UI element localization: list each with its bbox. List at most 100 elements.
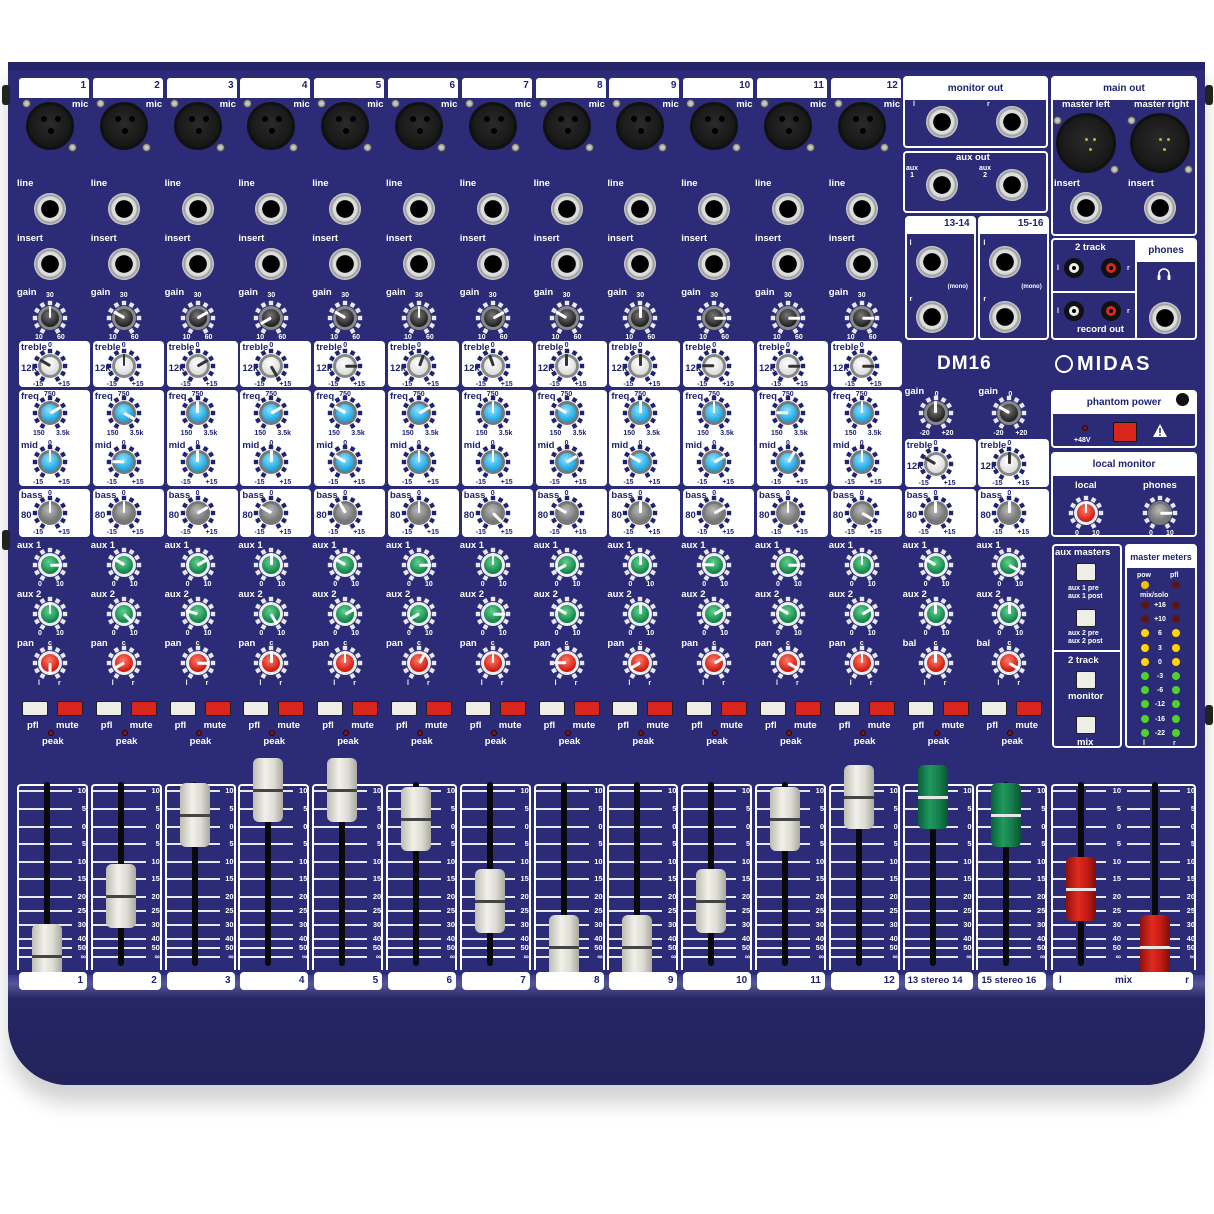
gain-knob-cap[interactable]	[407, 306, 431, 330]
monitor-out-l-jack[interactable]	[926, 106, 958, 138]
aux1-knob[interactable]	[32, 547, 68, 583]
aux2-knob[interactable]	[401, 596, 437, 632]
aux2-knob-cap[interactable]	[554, 602, 579, 626]
local-level-knob-cap[interactable]	[1074, 501, 1098, 525]
bass-knob[interactable]	[253, 495, 289, 531]
bass-knob-cap[interactable]	[111, 501, 136, 525]
mute-button[interactable]	[204, 701, 231, 716]
insert-jack[interactable]	[476, 248, 509, 280]
mid-freq-knob-cap[interactable]	[554, 401, 579, 425]
bass-knob[interactable]	[401, 495, 437, 531]
treble-knob[interactable]	[696, 348, 732, 384]
mid-gain-knob-cap[interactable]	[554, 450, 579, 474]
channel-fader[interactable]	[179, 783, 210, 847]
bass-knob[interactable]	[180, 495, 216, 531]
pan-knob-cap[interactable]	[702, 651, 727, 675]
mic-input-xlr[interactable]	[764, 102, 812, 150]
mid-freq-knob-cap[interactable]	[185, 401, 210, 425]
mute-button[interactable]	[573, 701, 600, 716]
aux1-knob[interactable]	[991, 547, 1027, 583]
gain-knob[interactable]	[549, 300, 585, 336]
gain-knob-cap[interactable]	[185, 306, 210, 330]
stereo-channel-fader[interactable]	[991, 783, 1022, 847]
mid-gain-knob[interactable]	[327, 444, 363, 480]
pan-knob-cap[interactable]	[38, 651, 62, 675]
treble-knob[interactable]	[32, 348, 68, 384]
channel-fader[interactable]	[843, 765, 874, 829]
two-track-in-r-rca[interactable]	[1101, 258, 1121, 278]
mix-fader-left[interactable]	[1066, 857, 1096, 921]
aux1-knob-cap[interactable]	[111, 553, 136, 577]
mid-gain-knob[interactable]	[844, 444, 880, 480]
treble-knob-cap[interactable]	[849, 354, 874, 378]
bass-knob[interactable]	[991, 495, 1027, 531]
aux2-knob-cap[interactable]	[923, 602, 948, 626]
mid-freq-knob[interactable]	[32, 395, 68, 431]
mid-gain-knob-cap[interactable]	[38, 450, 62, 474]
mute-button[interactable]	[795, 701, 821, 716]
aux2-knob[interactable]	[991, 596, 1027, 632]
main-insert-r-jack[interactable]	[1144, 192, 1176, 224]
aux2-knob-cap[interactable]	[849, 602, 874, 626]
mid-freq-knob[interactable]	[253, 395, 289, 431]
mid-freq-knob[interactable]	[106, 395, 142, 431]
bass-knob[interactable]	[32, 495, 68, 531]
gain-knob[interactable]	[327, 300, 363, 336]
mid-gain-knob[interactable]	[180, 444, 216, 480]
mid-gain-knob-cap[interactable]	[702, 450, 727, 474]
gain-knob[interactable]	[32, 300, 68, 336]
aux2-knob[interactable]	[549, 596, 585, 632]
bass-knob-cap[interactable]	[776, 501, 800, 525]
treble-knob-cap[interactable]	[38, 354, 62, 378]
aux2-knob[interactable]	[327, 596, 363, 632]
channel-fader[interactable]	[622, 915, 653, 979]
aux2-knob[interactable]	[253, 596, 289, 632]
pfl-button[interactable]	[169, 701, 196, 716]
pfl-button[interactable]	[833, 701, 860, 716]
treble-knob[interactable]	[549, 348, 585, 384]
mid-freq-knob[interactable]	[844, 395, 880, 431]
channel-fader[interactable]	[696, 869, 727, 933]
stereo-gain-knob-cap[interactable]	[923, 401, 948, 425]
mid-gain-knob[interactable]	[106, 444, 142, 480]
pfl-button[interactable]	[686, 701, 713, 716]
mix-fader-right[interactable]	[1140, 915, 1170, 979]
pan-knob-cap[interactable]	[480, 651, 505, 675]
record-out-l-rca[interactable]	[1064, 301, 1084, 321]
pan-knob-cap[interactable]	[333, 651, 358, 675]
bass-knob-cap[interactable]	[923, 501, 948, 525]
phones-level-knob[interactable]	[1142, 495, 1178, 531]
pan-knob[interactable]	[32, 645, 68, 681]
bass-knob-cap[interactable]	[407, 501, 431, 525]
bass-knob-cap[interactable]	[554, 501, 579, 525]
gain-knob-cap[interactable]	[702, 306, 727, 330]
aux1-knob[interactable]	[475, 547, 511, 583]
bass-knob[interactable]	[844, 495, 880, 531]
treble-knob[interactable]	[327, 348, 363, 384]
aux1-knob[interactable]	[253, 547, 289, 583]
mute-button[interactable]	[721, 701, 748, 716]
aux1-knob[interactable]	[180, 547, 216, 583]
treble-knob-cap[interactable]	[702, 354, 727, 378]
bass-knob-cap[interactable]	[480, 501, 505, 525]
mid-freq-knob[interactable]	[401, 395, 437, 431]
treble-knob-cap[interactable]	[923, 452, 948, 476]
aux2-knob-cap[interactable]	[702, 602, 727, 626]
bass-knob[interactable]	[106, 495, 142, 531]
aux2-knob-cap[interactable]	[111, 602, 136, 626]
pan-knob[interactable]	[549, 645, 585, 681]
aux2-knob-cap[interactable]	[38, 602, 62, 626]
aux1-knob-cap[interactable]	[702, 553, 727, 577]
aux2-knob[interactable]	[622, 596, 658, 632]
treble-knob-cap[interactable]	[111, 354, 136, 378]
mic-input-xlr[interactable]	[690, 102, 739, 150]
mid-gain-knob[interactable]	[770, 444, 806, 480]
pfl-button[interactable]	[907, 701, 934, 716]
mid-gain-knob[interactable]	[32, 444, 68, 480]
mic-input-xlr[interactable]	[99, 102, 148, 150]
mute-button[interactable]	[57, 701, 83, 716]
pfl-button[interactable]	[317, 701, 344, 716]
pan-knob[interactable]	[180, 645, 216, 681]
pan-knob-cap[interactable]	[776, 651, 800, 675]
mid-freq-knob[interactable]	[327, 395, 363, 431]
